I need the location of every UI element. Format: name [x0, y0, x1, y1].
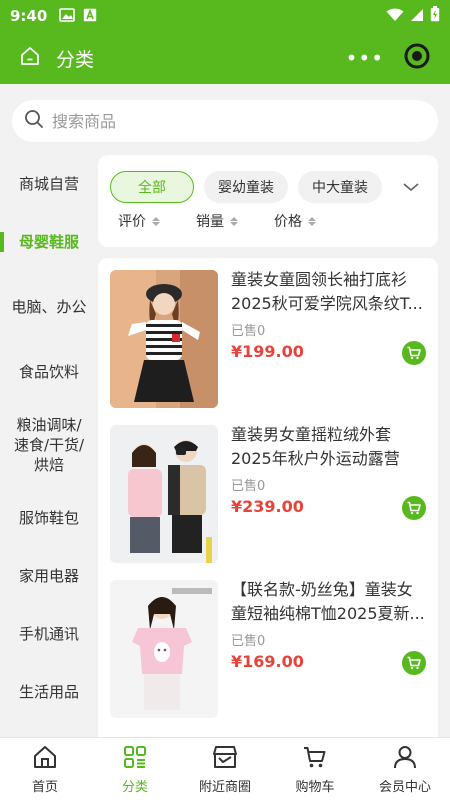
tab-label: 附近商圈: [198, 780, 251, 795]
sort-label: 价格: [274, 214, 302, 230]
add-to-cart-button[interactable]: [402, 496, 426, 520]
sidebar-item-label: 食品饮料: [18, 363, 79, 381]
status-time: 9:40: [10, 7, 48, 25]
add-to-cart-button[interactable]: [402, 651, 426, 675]
tab-label: 分类: [121, 780, 148, 795]
text-notification-icon: [83, 7, 97, 26]
sidebar-item-label: 商城自营: [18, 175, 79, 193]
sidebar-item-computer-office[interactable]: 电脑、办公: [0, 271, 98, 343]
category-sidebar: 商城自营 母婴鞋服 电脑、办公 食品饮料 粮油调味/速食/干货/烘焙 服饰鞋包 …: [0, 155, 98, 737]
tab-member[interactable]: 会员中心: [360, 738, 450, 800]
cart-icon: [407, 501, 421, 515]
tab-label: 购物车: [295, 780, 335, 795]
tab-label: 首页: [31, 780, 58, 795]
tab-category[interactable]: 分类: [90, 738, 180, 800]
category-grid-icon: [122, 744, 148, 774]
sidebar-item-mobile[interactable]: 手机通讯: [0, 605, 98, 663]
product-card[interactable]: 童装男女童摇粒绒外套2025年秋户外运动露营上... 已售0 ¥239.00: [98, 413, 438, 563]
sort-sales[interactable]: 销量: [196, 211, 238, 231]
sidebar-item-self-operated[interactable]: 商城自营: [0, 155, 98, 213]
sidebar-item-maternity-baby[interactable]: 母婴鞋服: [0, 213, 98, 271]
cart-icon: [407, 346, 421, 360]
tab-home[interactable]: 首页: [0, 738, 90, 800]
bottom-tab-bar: 首页 分类 附近商圈 购物车 会员中心: [0, 737, 450, 800]
sidebar-item-appliances[interactable]: 家用电器: [0, 547, 98, 605]
sidebar-item-label: 生活用品: [18, 683, 79, 701]
sort-price[interactable]: 价格: [274, 211, 316, 231]
home-icon: [32, 744, 58, 774]
cart-icon: [407, 656, 421, 670]
sort-label: 销量: [196, 214, 224, 230]
sidebar-item-label: 电脑、办公: [11, 298, 87, 316]
cart-icon: [302, 744, 328, 774]
product-name[interactable]: 童装女童圆领长袖打底衫2025秋可爱学院风条纹T...: [231, 268, 427, 316]
page-title: 分类: [56, 48, 95, 71]
sort-caret-icon: [308, 216, 316, 226]
sort-caret-icon: [152, 216, 160, 226]
image-notification-icon: [59, 7, 76, 26]
signal-icon: [410, 7, 424, 26]
search-bar[interactable]: [12, 100, 438, 142]
app-header: 分类 •••: [0, 32, 450, 84]
product-price: ¥199.00: [231, 342, 304, 361]
product-sold-count: 已售0: [231, 479, 266, 494]
sort-rating[interactable]: 评价: [118, 211, 160, 231]
product-image[interactable]: [110, 580, 218, 718]
chip-older-kids[interactable]: 中大童装: [298, 171, 382, 203]
product-price: ¥239.00: [231, 497, 304, 516]
more-options-icon[interactable]: •••: [346, 46, 384, 70]
product-name[interactable]: 童装男女童摇粒绒外套2025年秋户外运动露营上...: [231, 423, 427, 471]
sort-caret-icon: [230, 216, 238, 226]
sort-label: 评价: [118, 214, 146, 230]
product-price: ¥169.00: [231, 652, 304, 671]
product-sold-count: 已售0: [231, 324, 266, 339]
sidebar-item-grain-oil[interactable]: 粮油调味/速食/干货/烘焙: [0, 401, 98, 489]
product-image[interactable]: [110, 425, 218, 563]
sidebar-item-label: 母婴鞋服: [18, 233, 79, 251]
capsule-close-icon[interactable]: [404, 43, 430, 73]
user-icon: [392, 744, 418, 774]
battery-icon: [430, 6, 440, 26]
home-icon[interactable]: [20, 46, 40, 70]
product-card[interactable]: 【联名款-奶丝兔】童装女童短袖纯棉T恤2025夏新... 已售0 ¥169.00: [98, 568, 438, 718]
sidebar-item-label: 粮油调味/速食/干货/烘焙: [13, 416, 85, 474]
filter-panel: 全部 婴幼童装 中大童装 评价 销量 价格: [98, 155, 438, 247]
tab-cart[interactable]: 购物车: [270, 738, 360, 800]
sidebar-item-food-drinks[interactable]: 食品饮料: [0, 343, 98, 401]
wifi-icon: [386, 7, 404, 26]
chevron-down-icon[interactable]: [402, 178, 420, 197]
chip-infant[interactable]: 婴幼童装: [204, 171, 288, 203]
chip-all[interactable]: 全部: [110, 171, 194, 203]
sidebar-item-label: 家用电器: [18, 567, 79, 585]
tab-label: 会员中心: [378, 780, 431, 795]
sidebar-item-daily-goods[interactable]: 生活用品: [0, 663, 98, 721]
sidebar-item-label: 服饰鞋包: [18, 509, 79, 527]
product-list: 童装女童圆领长袖打底衫2025秋可爱学院风条纹T... 已售0 ¥199.00: [98, 258, 438, 737]
sidebar-item-apparel-bags[interactable]: 服饰鞋包: [0, 489, 98, 547]
search-icon: [24, 109, 44, 133]
search-input[interactable]: [52, 111, 352, 131]
product-image[interactable]: [110, 270, 218, 408]
sidebar-item-label: 手机通讯: [18, 625, 79, 643]
product-name[interactable]: 【联名款-奶丝兔】童装女童短袖纯棉T恤2025夏新...: [231, 578, 427, 626]
storefront-icon: [211, 744, 239, 774]
tab-nearby[interactable]: 附近商圈: [180, 738, 270, 800]
status-bar: 9:40: [0, 0, 450, 32]
add-to-cart-button[interactable]: [402, 341, 426, 365]
product-card[interactable]: 童装女童圆领长袖打底衫2025秋可爱学院风条纹T... 已售0 ¥199.00: [98, 258, 438, 408]
product-sold-count: 已售0: [231, 634, 266, 649]
